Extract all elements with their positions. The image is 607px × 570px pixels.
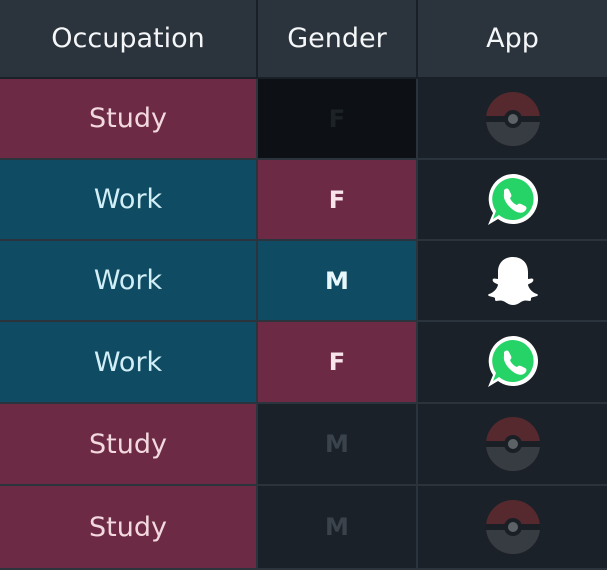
pokeball-icon <box>484 498 542 556</box>
pokeball-icon <box>484 90 542 148</box>
app-cell <box>418 404 607 486</box>
gender-cell: M <box>258 241 418 322</box>
table-row: Study M <box>0 486 607 570</box>
table-row: Work M <box>0 241 607 322</box>
table-row: Study F <box>0 79 607 160</box>
gender-cell: F <box>258 160 418 241</box>
header-gender: Gender <box>258 0 418 79</box>
whatsapp-icon <box>483 332 543 392</box>
app-cell <box>418 322 607 404</box>
occupation-cell: Study <box>0 79 258 160</box>
app-cell <box>418 79 607 160</box>
snapchat-icon <box>483 251 543 311</box>
data-table: Occupation Gender App Study F Work F Wor… <box>0 0 607 570</box>
table-row: Study M <box>0 404 607 486</box>
whatsapp-icon <box>483 170 543 230</box>
header-occupation: Occupation <box>0 0 258 79</box>
occupation-cell: Work <box>0 241 258 322</box>
gender-cell: M <box>258 486 418 570</box>
header-row: Occupation Gender App <box>0 0 607 79</box>
occupation-cell: Study <box>0 404 258 486</box>
occupation-cell: Work <box>0 322 258 404</box>
app-cell <box>418 160 607 241</box>
table-row: Work F <box>0 160 607 241</box>
occupation-cell: Study <box>0 486 258 570</box>
header-app: App <box>418 0 607 79</box>
gender-cell: M <box>258 404 418 486</box>
pokeball-icon <box>484 415 542 473</box>
table-row: Work F <box>0 322 607 404</box>
gender-cell: F <box>258 322 418 404</box>
gender-cell: F <box>258 79 418 160</box>
app-cell <box>418 486 607 570</box>
app-cell <box>418 241 607 322</box>
occupation-cell: Work <box>0 160 258 241</box>
